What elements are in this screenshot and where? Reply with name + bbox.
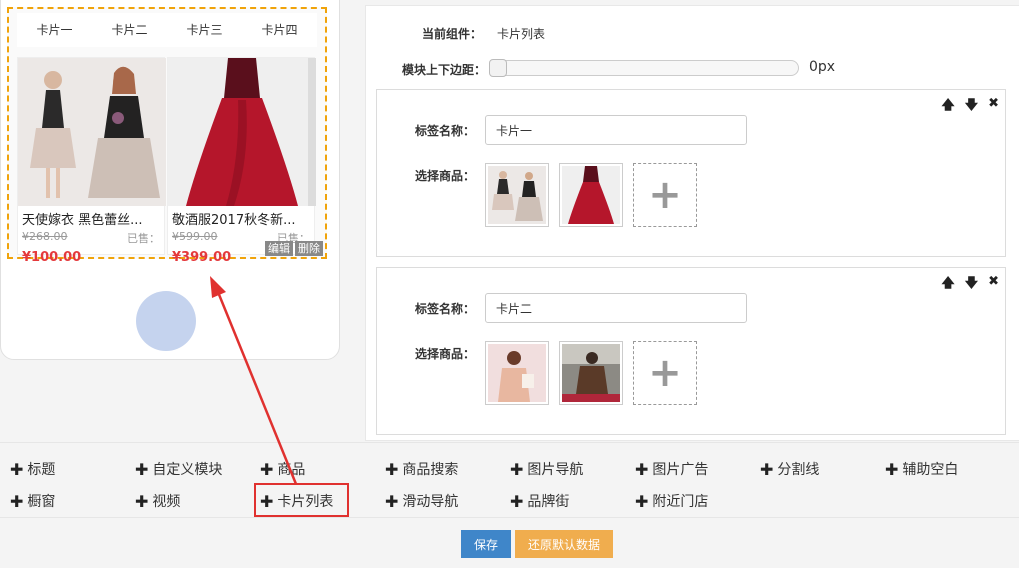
settings-panel: 当前组件： 卡片列表 模块上下边距： 0px 🡅 🡇 ✖ 标签名称： 选择商品：	[365, 5, 1019, 441]
move-up-icon[interactable]: 🡅	[941, 274, 954, 296]
plus-icon: ✚	[635, 491, 649, 511]
tag-name-input[interactable]	[485, 115, 747, 145]
component-goods-search[interactable]: ✚ 商品搜索	[385, 459, 458, 479]
move-down-icon[interactable]: 🡇	[965, 274, 978, 296]
plus-icon: ✚	[885, 459, 899, 479]
plus-icon: ✚	[260, 459, 274, 479]
component-slide-nav[interactable]: ✚ 滑动导航	[385, 491, 458, 511]
original-price: ¥268.00	[22, 230, 68, 243]
current-component-value: 卡片列表	[497, 27, 546, 41]
product-image-dresses	[18, 58, 166, 206]
tab-card-2[interactable]: 卡片二	[92, 13, 167, 47]
card-list-highlight-box	[254, 483, 349, 517]
page-editor: 卡片一 卡片二 卡片三 卡片四 天使嫁衣 黑色蕾丝... ¥268.00 已售：…	[0, 0, 1019, 568]
tag-name-label: 标签名称：	[415, 124, 476, 138]
add-goods-button[interactable]: +	[633, 163, 697, 227]
margin-slider-handle[interactable]	[489, 59, 507, 77]
card-list-module[interactable]: 卡片一 卡片二 卡片三 卡片四 天使嫁衣 黑色蕾丝... ¥268.00 已售：…	[7, 7, 327, 265]
reset-default-button[interactable]: 还原默认数据	[515, 530, 613, 558]
move-down-icon[interactable]: 🡇	[965, 96, 978, 118]
home-button-circle[interactable]	[136, 291, 196, 351]
close-icon[interactable]: ✖	[988, 274, 999, 296]
plus-icon: ✚	[510, 459, 524, 479]
card-editor-1: 🡅 🡇 ✖ 标签名称： 选择商品：	[376, 89, 1006, 257]
plus-icon: ✚	[385, 459, 399, 479]
component-image-ad[interactable]: ✚ 图片广告	[635, 459, 708, 479]
goods-thumbnail[interactable]	[485, 163, 549, 227]
component-nearby-stores[interactable]: ✚ 附近门店	[635, 491, 708, 511]
goods-thumbnail[interactable]	[559, 163, 623, 227]
original-price: ¥599.00	[172, 230, 218, 243]
phone-preview: 卡片一 卡片二 卡片三 卡片四 天使嫁衣 黑色蕾丝... ¥268.00 已售：…	[0, 0, 340, 360]
move-up-icon[interactable]: 🡅	[941, 96, 954, 118]
product-card-1[interactable]: 天使嫁衣 黑色蕾丝... ¥268.00 已售： ¥100.00	[17, 57, 166, 265]
delete-module-button[interactable]: 删除	[295, 241, 323, 256]
tag-name-input[interactable]	[485, 293, 747, 323]
product-card-2[interactable]: 敬酒服2017秋冬新... ¥599.00 已售： ¥399.00	[167, 57, 316, 265]
plus-icon: ✚	[135, 459, 149, 479]
component-goods[interactable]: ✚ 商品	[260, 459, 305, 479]
select-goods-label: 选择商品：	[415, 169, 476, 183]
current-component-label: 当前组件：	[422, 27, 483, 41]
card-editor-2: 🡅 🡇 ✖ 标签名称： 选择商品：	[376, 267, 1006, 435]
margin-label: 模块上下边距：	[402, 63, 487, 77]
tab-card-3[interactable]: 卡片三	[167, 13, 242, 47]
tag-name-label: 标签名称：	[415, 302, 476, 316]
margin-slider[interactable]	[489, 59, 799, 77]
tab-card-4[interactable]: 卡片四	[242, 13, 317, 47]
component-video[interactable]: ✚ 视频	[135, 491, 180, 511]
edit-module-button[interactable]: 编辑	[265, 241, 293, 256]
close-icon[interactable]: ✖	[988, 96, 999, 118]
plus-icon: ✚	[10, 459, 24, 479]
product-image-red-gown	[168, 58, 316, 206]
plus-icon: ✚	[760, 459, 774, 479]
plus-icon: ✚	[135, 491, 149, 511]
tab-card-1[interactable]: 卡片一	[17, 13, 92, 47]
goods-thumbnail[interactable]	[559, 341, 623, 405]
plus-icon: ✚	[635, 459, 649, 479]
footer-divider	[0, 517, 1019, 518]
component-divider[interactable]: ✚ 分割线	[760, 459, 819, 479]
sold-label: 已售：	[127, 232, 160, 245]
component-brand-street[interactable]: ✚ 品牌街	[510, 491, 569, 511]
product-name: 敬酒服2017秋冬新...	[172, 213, 296, 228]
card-tab-bar: 卡片一 卡片二 卡片三 卡片四	[17, 13, 317, 47]
margin-value: 0px	[809, 59, 836, 75]
component-blank-space[interactable]: ✚ 辅助空白	[885, 459, 958, 479]
component-title[interactable]: ✚ 标题	[10, 459, 55, 479]
goods-thumbnail[interactable]	[485, 341, 549, 405]
component-custom-module[interactable]: ✚ 自定义模块	[135, 459, 222, 479]
plus-icon: ✚	[10, 491, 24, 511]
add-goods-button[interactable]: +	[633, 341, 697, 405]
save-button[interactable]: 保存	[461, 530, 511, 558]
product-price: ¥100.00	[22, 250, 82, 265]
plus-icon: ✚	[385, 491, 399, 511]
select-goods-label: 选择商品：	[415, 347, 476, 361]
plus-icon: ✚	[510, 491, 524, 511]
product-name: 天使嫁衣 黑色蕾丝...	[22, 213, 143, 228]
component-showcase[interactable]: ✚ 橱窗	[10, 491, 55, 511]
component-image-nav[interactable]: ✚ 图片导航	[510, 459, 583, 479]
